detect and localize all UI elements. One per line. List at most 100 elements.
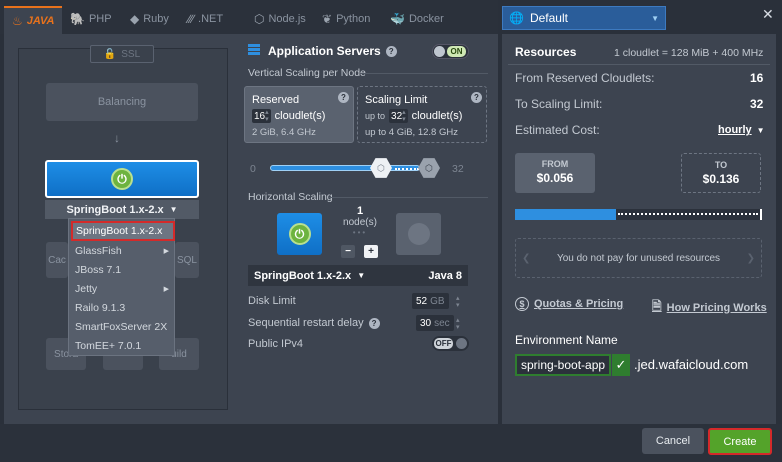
dropdown-item-glassfish[interactable]: GlassFish ▶ xyxy=(72,241,172,260)
springboot-icon: ⏻ xyxy=(111,168,133,190)
close-icon[interactable]: ✕ xyxy=(762,6,774,23)
app-server-selector[interactable]: SpringBoot 1.x-2.x ▼ xyxy=(45,200,199,219)
public-ipv4-toggle[interactable]: OFF xyxy=(432,336,469,351)
cost-period-selector[interactable]: hourly ▼ xyxy=(718,124,765,136)
dropdown-item-railo[interactable]: Railo 9.1.3 xyxy=(72,298,172,317)
php-icon: 🐘 xyxy=(70,12,85,26)
node-placeholder xyxy=(396,213,441,255)
document-icon: 🗎 xyxy=(652,299,662,313)
caret-down-icon: ▼ xyxy=(169,205,178,214)
restart-delay-input[interactable]: 30 sec xyxy=(416,315,454,331)
java-icon: ♨ xyxy=(12,14,23,28)
slider-max: 32 xyxy=(452,163,464,175)
stack-selector[interactable]: SpringBoot 1.x-2.x ▼ xyxy=(254,270,365,282)
caret-down-icon: ▼ xyxy=(756,125,765,135)
cost-fill xyxy=(515,209,616,220)
slider-min: 0 xyxy=(250,163,256,175)
caret-down-icon: ▼ xyxy=(357,271,366,280)
stepper-arrows-icon[interactable]: ▴ ▾ xyxy=(456,317,460,331)
region-selector[interactable]: 🌐 Default ▼ xyxy=(502,6,666,30)
cost-from-box: FROM $0.056 xyxy=(515,153,595,193)
node-instance[interactable]: ⏻ xyxy=(277,213,322,255)
balancing-layer[interactable]: Balancing xyxy=(46,83,198,121)
vertical-scaling-label: Vertical Scaling per Node xyxy=(248,67,366,79)
toggle-knob xyxy=(434,46,445,57)
node-ghost-icon xyxy=(407,223,430,245)
reserved-cloudlets-value: 16 xyxy=(750,71,764,85)
help-icon[interactable]: ? xyxy=(471,92,482,103)
quotas-pricing-link[interactable]: $ Quotas & Pricing xyxy=(515,297,623,311)
caret-down-icon: ▼ xyxy=(651,13,659,23)
dropdown-item-springboot[interactable]: SpringBoot 1.x-2.x xyxy=(71,221,175,241)
help-icon[interactable]: ? xyxy=(338,92,349,103)
disk-limit-input[interactable]: 52 GB xyxy=(412,293,449,309)
server-stack-icon xyxy=(248,44,260,57)
chevron-right-icon[interactable]: ❯ xyxy=(747,253,755,264)
dropdown-item-smartfox[interactable]: SmartFoxServer 2X xyxy=(72,317,172,336)
tab-php[interactable]: 🐘 PHP xyxy=(70,8,112,30)
public-ipv4-label: Public IPv4 xyxy=(248,338,304,350)
node-counter: 1 node(s) ••• xyxy=(340,205,380,237)
language-tabs: ♨ JAVA 🐘 PHP ◆ Ruby ∕∕∕ .NET ⬡ Node.js ❦… xyxy=(0,0,498,34)
dollar-icon: $ xyxy=(515,297,529,311)
tab-ruby[interactable]: ◆ Ruby xyxy=(130,8,169,30)
toggle-knob xyxy=(456,338,467,349)
resources-title: Resources xyxy=(515,45,577,59)
chevron-left-icon[interactable]: ❮ xyxy=(522,253,530,264)
reserved-cloudlets-input[interactable]: 16 ▴ ▾ xyxy=(252,109,271,123)
stack-version-bar: SpringBoot 1.x-2.x ▼ Java 8 xyxy=(248,265,468,286)
disk-limit-label: Disk Limit xyxy=(248,295,296,307)
env-name-input[interactable]: spring-boot-app xyxy=(515,354,611,376)
reserved-cloudlets-box: Reserved ? 16 ▴ ▾ cloudlet(s) 2 GiB, 6.4 … xyxy=(244,86,354,143)
env-domain: .jed.wafaicloud.com xyxy=(634,357,749,372)
env-name-label: Environment Name xyxy=(515,333,618,347)
dropdown-item-tomee[interactable]: TomEE+ 7.0.1 xyxy=(72,336,172,355)
create-button[interactable]: Create xyxy=(708,428,772,455)
cost-dotted-range xyxy=(618,213,758,215)
app-server-dropdown: SpringBoot 1.x-2.x GlassFish ▶ JBoss 7.1… xyxy=(68,218,175,356)
tab-java[interactable]: ♨ JAVA xyxy=(4,6,63,34)
stepper-arrows-icon[interactable]: ▴ ▾ xyxy=(265,109,269,123)
ssl-button[interactable]: 🔓 SSL xyxy=(90,45,154,63)
app-servers-toggle[interactable]: ON xyxy=(432,44,469,59)
tab-dotnet[interactable]: ∕∕∕ .NET xyxy=(188,8,223,30)
tab-python[interactable]: ❦ Python xyxy=(322,8,370,30)
increase-nodes-button[interactable]: + xyxy=(364,245,378,258)
cost-range-bar xyxy=(515,209,762,220)
chevron-right-icon: ▶ xyxy=(163,285,169,293)
restart-delay-label: Sequential restart delay ? xyxy=(248,317,380,329)
springboot-icon: ⏻ xyxy=(288,223,311,245)
checkmark-icon: ✓ xyxy=(612,354,630,376)
cost-to-box: TO $0.136 xyxy=(681,153,761,193)
horizontal-scaling-label: Horizontal Scaling xyxy=(248,191,333,203)
tab-nodejs[interactable]: ⬡ Node.js xyxy=(254,8,306,30)
tab-docker[interactable]: 🐳 Docker xyxy=(390,8,444,30)
how-pricing-works-link[interactable]: 🗎 How Pricing Works xyxy=(652,297,767,318)
dotnet-icon: ∕∕∕ xyxy=(188,12,195,26)
cost-max-marker xyxy=(760,209,762,220)
divider xyxy=(360,73,488,74)
help-icon[interactable]: ? xyxy=(385,45,397,57)
divider xyxy=(508,64,770,65)
estimated-cost-label: Estimated Cost: xyxy=(515,123,600,137)
dropdown-item-jetty[interactable]: Jetty ▶ xyxy=(72,279,172,298)
cancel-button[interactable]: Cancel xyxy=(642,428,704,454)
app-server-node[interactable]: ⏻ xyxy=(45,160,199,198)
sql-layer[interactable]: SQL xyxy=(175,242,199,278)
reserved-cloudlets-label: From Reserved Cloudlets: xyxy=(515,71,655,85)
lock-icon: 🔓 xyxy=(103,48,117,60)
scaling-limit-input[interactable]: 32 ▴ ▾ xyxy=(389,109,408,123)
help-icon[interactable]: ? xyxy=(368,317,380,329)
scaling-limit-label: To Scaling Limit: xyxy=(515,97,603,111)
stepper-arrows-icon[interactable]: ▴ ▾ xyxy=(402,109,406,123)
dots-icon: ••• xyxy=(352,228,368,237)
docker-icon: 🐳 xyxy=(390,12,405,26)
decrease-nodes-button[interactable]: − xyxy=(341,245,355,258)
divider xyxy=(328,197,488,198)
java-version-selector[interactable]: Java 8 xyxy=(428,270,462,282)
stepper-arrows-icon[interactable]: ▴ ▾ xyxy=(456,295,460,309)
dropdown-item-jboss[interactable]: JBoss 7.1 xyxy=(72,260,172,279)
chevron-right-icon: ▶ xyxy=(163,247,169,255)
cache-layer[interactable]: Cac xyxy=(46,242,68,278)
arrow-down-icon: ↓ xyxy=(114,131,120,145)
